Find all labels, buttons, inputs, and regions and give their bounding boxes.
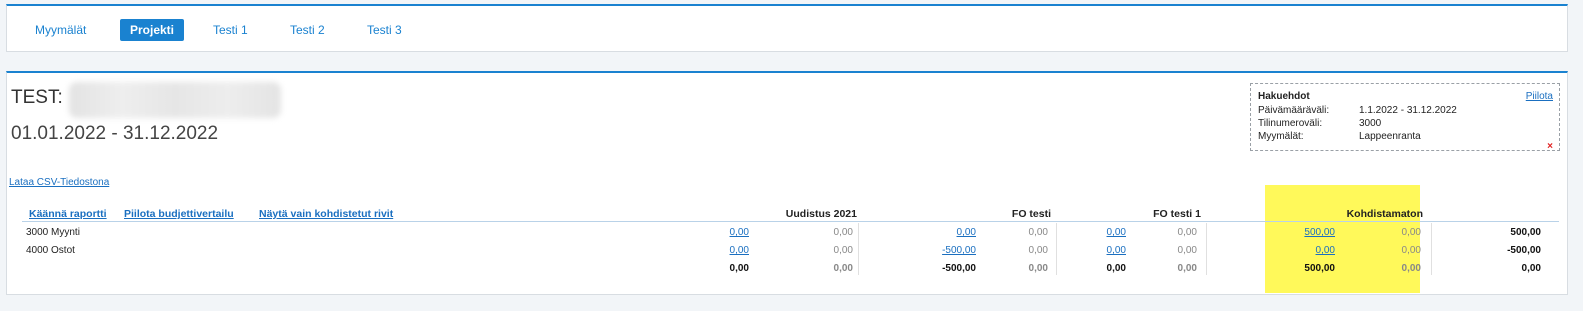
- redacted-name: [69, 82, 281, 118]
- criteria-hide-link[interactable]: Piilota: [1526, 91, 1553, 102]
- row-label: 4000 Ostot: [26, 245, 75, 256]
- column-header: FO testi: [1011, 208, 1051, 220]
- table-cell: 0,00: [1177, 227, 1197, 238]
- header-divider: [22, 221, 1559, 222]
- tab-myymalat[interactable]: Myymälät: [25, 19, 96, 41]
- hide-budget-link[interactable]: Piilota budjettivertailu: [124, 208, 234, 220]
- criteria-label: Tilinumeroväli:: [1258, 118, 1323, 129]
- table-cell[interactable]: 0,00: [1107, 227, 1126, 238]
- column-header: Uudistus 2021: [785, 208, 857, 220]
- tab-testi-3[interactable]: Testi 3: [357, 19, 412, 41]
- criteria-value: Lappeenranta: [1359, 131, 1421, 142]
- column-divider: [1206, 223, 1207, 275]
- table-cell[interactable]: 0,00: [957, 227, 976, 238]
- table-cell: 0,00: [1177, 245, 1197, 256]
- table-cell: 500,00: [1510, 227, 1541, 238]
- column-header: FO testi 1: [1153, 208, 1201, 220]
- search-criteria-box: Hakuehdot Piilota Päivämääräväli: 1.1.20…: [1250, 83, 1560, 152]
- column-divider: [858, 223, 859, 275]
- report-date-range: 01.01.2022 - 31.12.2022: [11, 123, 219, 144]
- table-cell: 0,00: [1028, 245, 1048, 256]
- criteria-title: Hakuehdot: [1258, 91, 1310, 102]
- table-cell[interactable]: -500,00: [942, 245, 976, 256]
- table-cell: 0,00: [833, 245, 853, 256]
- remove-store-icon[interactable]: ×: [1547, 142, 1553, 152]
- tab-projekti[interactable]: Projekti: [120, 19, 185, 41]
- table-cell[interactable]: 500,00: [1304, 227, 1335, 238]
- csv-download-link[interactable]: Lataa CSV-Tiedostona: [9, 177, 109, 188]
- highlight-kohdistamaton: [1265, 185, 1420, 293]
- tab-testi-2[interactable]: Testi 2: [280, 19, 335, 41]
- column-divider: [1056, 223, 1057, 275]
- total-cell: 0,00: [1521, 263, 1541, 274]
- reverse-report-link[interactable]: Käännä raportti: [29, 208, 107, 220]
- total-cell: 500,00: [1304, 263, 1335, 274]
- total-cell: 0,00: [1401, 263, 1421, 274]
- table-cell: 0,00: [1401, 245, 1421, 256]
- criteria-value: 3000: [1359, 118, 1382, 129]
- criteria-label: Päivämääräväli:: [1258, 105, 1330, 116]
- total-cell: 0,00: [729, 263, 749, 274]
- table-cell: 0,00: [1401, 227, 1421, 238]
- show-targeted-rows-link[interactable]: Näytä vain kohdistetut rivit: [259, 208, 393, 220]
- total-cell: -500,00: [942, 263, 976, 274]
- table-cell[interactable]: 0,00: [730, 245, 749, 256]
- table-cell: 0,00: [833, 227, 853, 238]
- criteria-value: 1.1.2022 - 31.12.2022: [1359, 105, 1457, 116]
- tab-testi-1[interactable]: Testi 1: [203, 19, 258, 41]
- table-cell[interactable]: 0,00: [1316, 245, 1335, 256]
- row-label: 3000 Myynti: [26, 227, 80, 238]
- column-header: Kohdistamaton: [1346, 208, 1423, 220]
- total-cell: 0,00: [1028, 263, 1048, 274]
- column-divider: [1431, 223, 1432, 275]
- total-cell: 0,00: [1177, 263, 1197, 274]
- table-cell: 0,00: [1028, 227, 1048, 238]
- total-cell: 0,00: [1106, 263, 1126, 274]
- report-title: TEST:: [11, 87, 63, 108]
- table-cell: -500,00: [1507, 245, 1541, 256]
- report-panel: TEST: 01.01.2022 - 31.12.2022 Lataa CSV-…: [6, 71, 1568, 295]
- table-cell[interactable]: 0,00: [1107, 245, 1126, 256]
- total-cell: 0,00: [833, 263, 853, 274]
- table-cell[interactable]: 0,00: [730, 227, 749, 238]
- tab-bar: Myymälät Projekti Testi 1 Testi 2 Testi …: [6, 4, 1568, 52]
- criteria-label: Myymälät:: [1258, 131, 1304, 142]
